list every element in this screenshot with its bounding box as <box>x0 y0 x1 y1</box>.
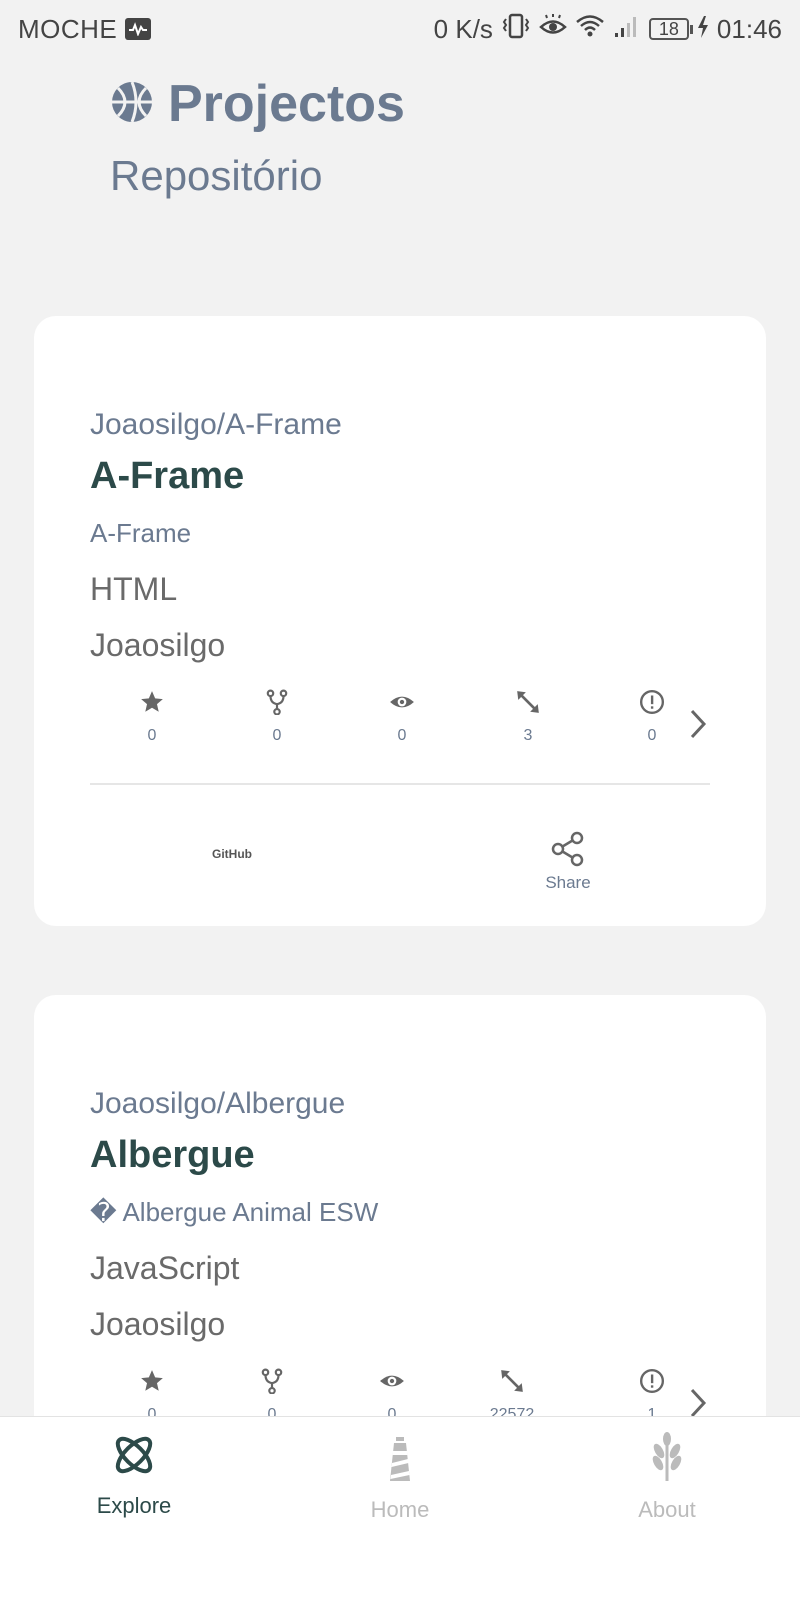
nav-about-label: About <box>638 1497 696 1522</box>
repo-description: � Albergue Animal ESW <box>90 1197 379 1227</box>
carrier-name: MOCHE <box>18 13 118 44</box>
share-label: Share <box>545 873 591 892</box>
repo-language: JavaScript <box>90 1250 240 1286</box>
page-subtitle: Repositório <box>110 152 323 199</box>
eye-icon <box>390 696 414 708</box>
share-icon <box>551 831 584 867</box>
stat-issues: 0 <box>622 689 682 745</box>
resize-icon <box>517 691 539 713</box>
clock: 01:46 <box>716 13 782 44</box>
star-icon <box>141 691 163 712</box>
share-button[interactable]: Share <box>528 831 608 893</box>
vibrate-icon <box>501 13 531 46</box>
battery-icon: 18 <box>648 18 693 40</box>
eye-comfort-icon <box>539 13 567 45</box>
wifi-icon <box>575 13 605 46</box>
stat-forks: 0 <box>247 689 307 745</box>
repo-stats[interactable]: 0 0 0 3 0 <box>90 689 710 769</box>
repo-owner: Joaosilgo <box>90 627 226 663</box>
size-count: 3 <box>523 727 533 744</box>
issue-icon <box>639 689 665 715</box>
network-speed: 0 K/s <box>433 13 493 44</box>
signal-icon <box>613 13 641 46</box>
stat-size: 3 <box>498 689 558 745</box>
repo-card-content: Joaosilgo/A-Frame A-Frame A-Frame HTML J… <box>90 410 710 915</box>
forks-count: 0 <box>272 727 282 744</box>
issue-icon <box>639 1368 665 1394</box>
chevron-right-icon[interactable] <box>686 707 710 741</box>
charging-icon <box>697 14 709 45</box>
page-title: Projectos <box>168 75 405 133</box>
resize-icon <box>501 1370 523 1392</box>
title-row: Projectos <box>110 74 405 134</box>
repo-name: A-Frame <box>90 455 245 497</box>
nav-about[interactable]: About <box>567 1431 767 1523</box>
repo-description: A-Frame <box>90 518 192 548</box>
repo-card[interactable]: Joaosilgo/A-Frame A-Frame A-Frame HTML J… <box>34 316 766 926</box>
bottom-nav: Explore Home About <box>0 1416 800 1617</box>
fork-icon <box>266 689 288 715</box>
repo-owner: Joaosilgo <box>90 1306 226 1342</box>
repo-full-name: Joaosilgo/Albergue <box>90 1087 346 1120</box>
nav-home-label: Home <box>370 1497 430 1522</box>
nav-explore[interactable]: Explore <box>34 1431 234 1519</box>
stars-count: 0 <box>147 727 157 744</box>
atom-icon <box>115 1436 153 1474</box>
status-left: MOCHE <box>18 13 152 45</box>
watchers-count: 0 <box>397 727 407 744</box>
wheat-icon <box>652 1432 682 1481</box>
page-header: Projectos Repositório <box>110 74 405 200</box>
nav-home[interactable]: Home <box>300 1431 500 1523</box>
basketball-icon <box>110 80 154 129</box>
repo-full-name: Joaosilgo/A-Frame <box>90 408 342 441</box>
lighthouse-icon <box>390 1437 410 1481</box>
chevron-right-icon[interactable] <box>686 1386 710 1420</box>
fork-icon <box>261 1368 283 1394</box>
nav-explore-label: Explore <box>96 1493 172 1518</box>
eye-icon <box>380 1375 404 1387</box>
star-icon <box>141 1370 163 1391</box>
repo-language: HTML <box>90 571 178 607</box>
status-bar: MOCHE 0 K/s 18 01:46 <box>0 0 800 58</box>
activity-icon <box>125 18 152 40</box>
github-button[interactable]: GitHub <box>212 847 252 861</box>
status-right: 0 K/s 18 01:46 <box>434 13 782 46</box>
stat-stars: 0 <box>122 689 182 745</box>
stat-watchers: 0 <box>372 689 432 745</box>
issues-count: 0 <box>647 727 657 744</box>
card-actions: GitHub Share <box>90 785 710 915</box>
repo-card-content: Joaosilgo/Albergue Albergue � Albergue A… <box>90 1089 710 1448</box>
repo-name: Albergue <box>90 1134 255 1176</box>
